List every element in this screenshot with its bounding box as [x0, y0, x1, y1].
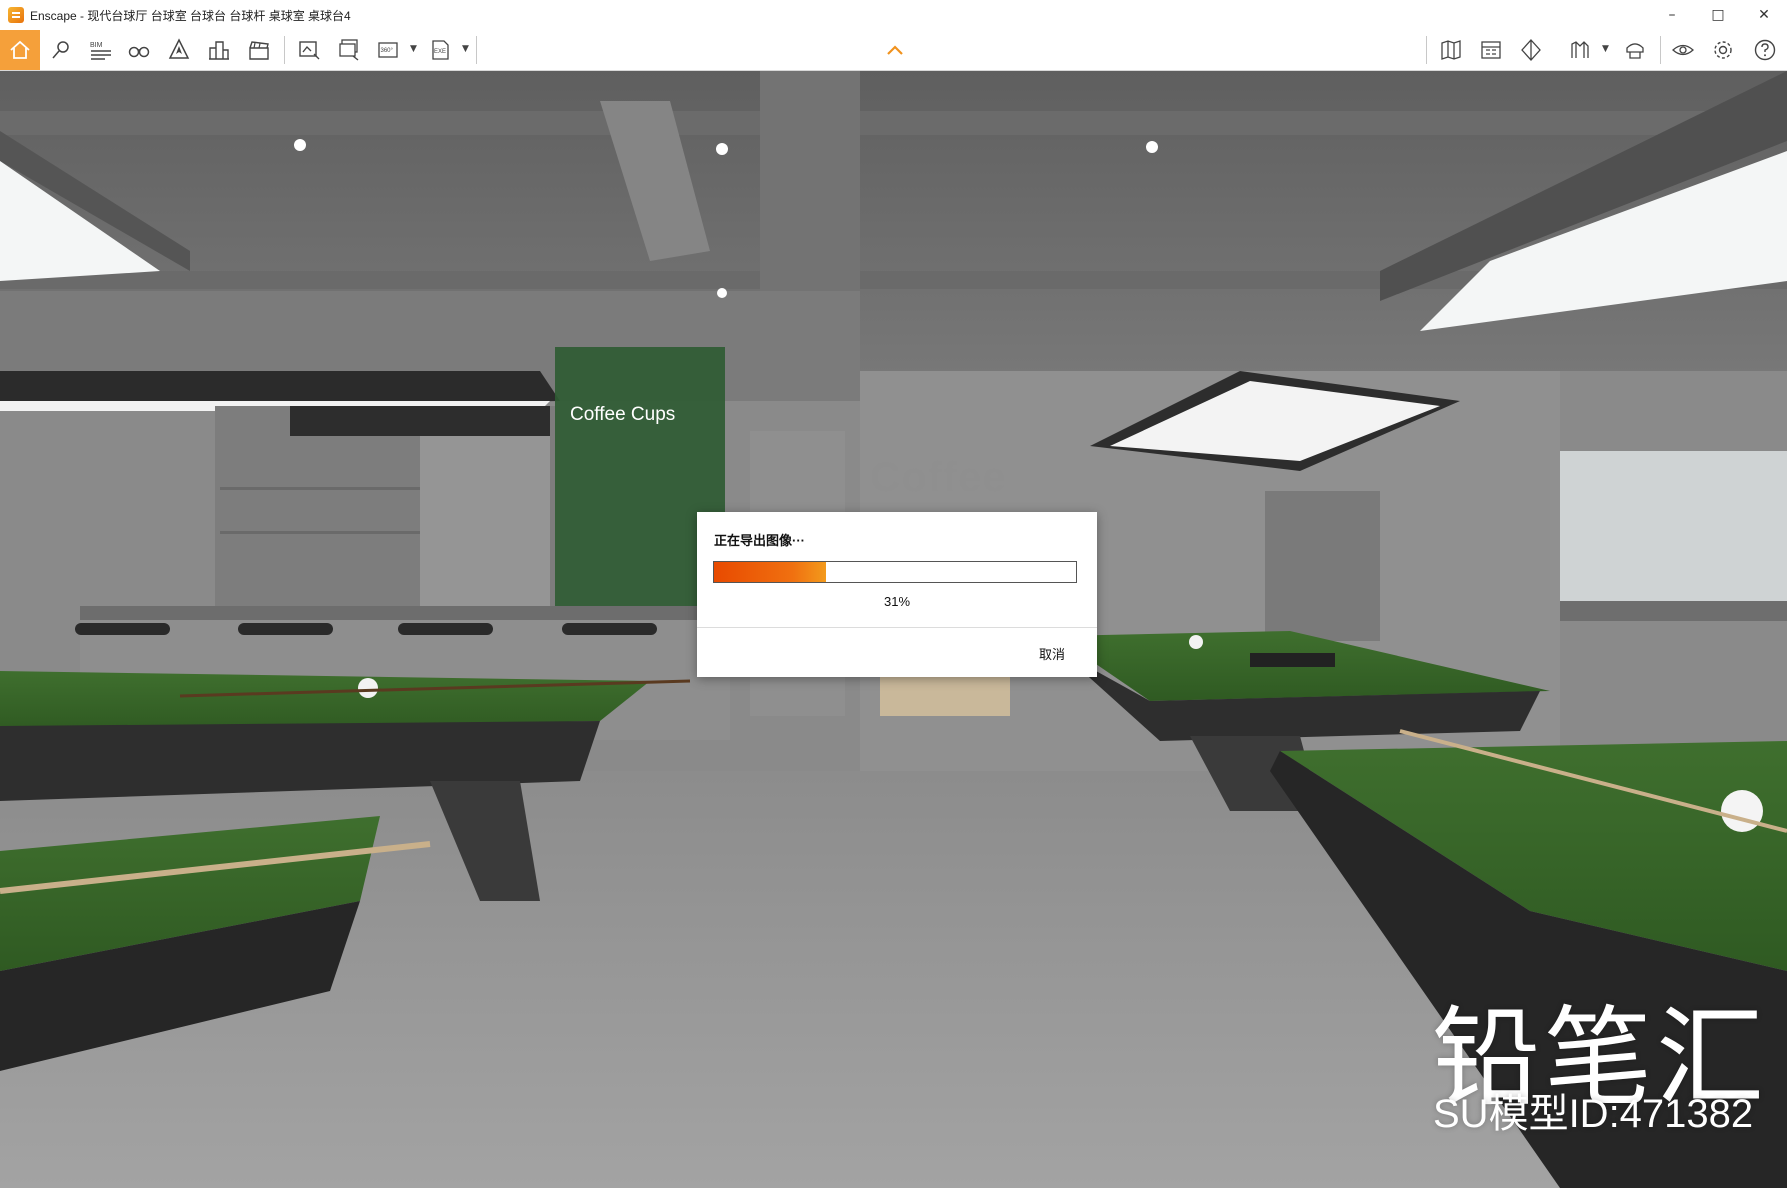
export-image-icon [299, 41, 320, 60]
export-image-button[interactable] [292, 34, 326, 66]
title-bar: Enscape - 现代台球厅 台球室 台球台 台球杆 桌球室 桌球台4 – □… [0, 0, 1787, 30]
bim-icon: BIM [90, 42, 111, 60]
export-exe-icon: EXE [432, 40, 449, 60]
view-management-button[interactable] [1514, 34, 1548, 66]
coffee-wall-logo: Coffee [870, 453, 1007, 500]
north-compass-icon [168, 38, 190, 59]
batch-render-button[interactable] [332, 34, 366, 66]
visibility-icon [1672, 44, 1694, 56]
maximize-button[interactable]: □ [1695, 0, 1741, 30]
close-button[interactable]: ✕ [1741, 0, 1787, 30]
bim-label: BIM [90, 42, 103, 49]
views-button[interactable] [44, 34, 78, 66]
coffee-cups-sign: Coffee Cups [570, 404, 676, 425]
progress-bar [713, 561, 1077, 583]
visual-settings-button[interactable] [1666, 34, 1700, 66]
progress-bar-fill [714, 562, 827, 582]
window-controls: – □ ✕ [1649, 0, 1787, 30]
clapperboard-icon [249, 41, 269, 60]
collapse-toolbar-chevron-icon[interactable] [884, 40, 906, 60]
map-icon [1441, 40, 1461, 60]
walk-mode-button[interactable] [122, 34, 156, 66]
export-dropdown-icon[interactable]: ▼ [462, 44, 469, 54]
location-pin-icon [52, 41, 69, 59]
material-icon [1571, 41, 1589, 58]
panorama-button[interactable]: 360° [372, 34, 406, 66]
minimize-button[interactable]: – [1649, 0, 1695, 30]
export-exe-button[interactable]: EXE [424, 34, 458, 66]
batch-render-icon [339, 39, 359, 61]
settings-button[interactable] [1706, 34, 1740, 66]
toolbar-separator [476, 36, 477, 64]
dialog-title: 正在导出图像··· [714, 533, 805, 548]
panorama-360-icon: 360° [378, 42, 398, 58]
binoculars-icon [128, 46, 150, 58]
enscape-logo-icon [8, 7, 24, 23]
feedback-icon [1626, 43, 1644, 59]
toolbar-separator [1660, 36, 1661, 64]
sun-north-button[interactable] [162, 34, 196, 66]
model-id-watermark: SU模型ID:471382 [1433, 1092, 1754, 1136]
asset-library-button[interactable] [1474, 34, 1508, 66]
buildings-icon [209, 41, 229, 60]
toolbar-separator [1426, 36, 1427, 64]
settings-icon [1714, 41, 1732, 59]
exe-label: EXE [434, 49, 446, 55]
view-cube-icon [1521, 39, 1541, 61]
video-editor-button[interactable] [242, 34, 276, 66]
main-toolbar: BIM 360° ▼ EXE ▼ ▼ [0, 30, 1787, 71]
material-editor-button[interactable] [1564, 34, 1598, 66]
site-context-button[interactable] [202, 34, 236, 66]
window-title: Enscape - 现代台球厅 台球室 台球台 台球杆 桌球室 桌球台4 [30, 8, 351, 23]
pano-label: 360° [381, 48, 394, 54]
dialog-divider [697, 627, 1097, 628]
panorama-dropdown-icon[interactable]: ▼ [410, 44, 417, 54]
home-icon [10, 40, 30, 59]
help-button[interactable] [1748, 34, 1782, 66]
asset-library-icon [1481, 41, 1501, 59]
map-button[interactable] [1434, 34, 1468, 66]
progress-percentage: 31% [883, 594, 911, 609]
material-dropdown-icon[interactable]: ▼ [1602, 44, 1609, 54]
bim-button[interactable]: BIM [84, 34, 118, 66]
home-button[interactable] [0, 30, 40, 70]
feedback-button[interactable] [1618, 34, 1652, 66]
export-progress-dialog: 正在导出图像··· 31% 取消 [697, 512, 1097, 677]
cancel-button[interactable]: 取消 [1039, 644, 1065, 663]
toolbar-separator [284, 36, 285, 64]
help-icon [1754, 39, 1776, 61]
